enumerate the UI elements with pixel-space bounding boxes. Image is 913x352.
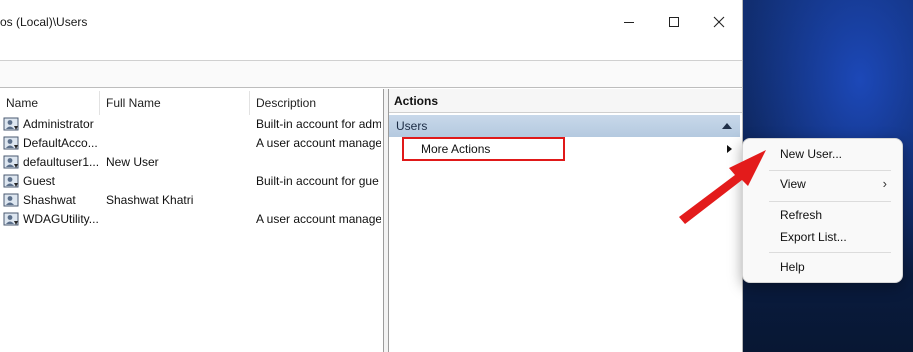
table-row[interactable]: Guest Built-in account for gue [0, 172, 383, 191]
column-header-description[interactable]: Description [250, 91, 383, 115]
user-name: WDAGUtility... [23, 212, 99, 226]
context-menu: New User... View › Refresh Export List..… [742, 138, 903, 283]
user-description: A user account manage [256, 136, 381, 150]
menu-separator [769, 170, 891, 171]
actions-title: Actions [389, 89, 742, 113]
user-description: Built-in account for adm [256, 117, 381, 131]
submenu-arrow-icon [727, 145, 732, 153]
chevron-right-icon: › [882, 176, 887, 191]
table-row[interactable]: defaultuser1... New User [0, 153, 383, 172]
user-account-icon [3, 136, 19, 150]
actions-pane: Actions Users More Actions [389, 89, 742, 352]
table-row[interactable]: WDAGUtility... A user account manage [0, 210, 383, 229]
user-account-icon [3, 193, 19, 207]
user-full-name: Shashwat Khatri [106, 193, 194, 207]
user-account-icon [3, 212, 19, 226]
menu-separator [769, 252, 891, 253]
user-account-icon [3, 174, 19, 188]
user-full-name [106, 134, 250, 153]
menu-item-new-user[interactable]: New User... [747, 142, 898, 166]
user-description [256, 191, 381, 210]
menu-item-label: Help [780, 260, 805, 274]
menu-item-label: View [780, 177, 806, 191]
maximize-icon [669, 17, 679, 27]
menu-item-refresh[interactable]: Refresh [747, 203, 898, 227]
list-header: Name Full Name Description [0, 91, 383, 115]
user-account-icon [3, 117, 19, 131]
user-name: DefaultAcco... [23, 136, 98, 150]
menu-separator [769, 201, 891, 202]
user-name: Guest [23, 174, 56, 188]
close-button[interactable] [696, 8, 742, 36]
collapse-arrow-icon[interactable] [722, 123, 732, 129]
more-actions-label: More Actions [421, 142, 491, 156]
user-description: Built-in account for gue [256, 174, 379, 188]
title-bar: os (Local)\Users [0, 0, 742, 42]
table-row[interactable]: DefaultAcco... A user account manage [0, 134, 383, 153]
toolbar [0, 61, 742, 88]
lusrmgr-window: os (Local)\Users Name Full Name Descript… [0, 0, 743, 352]
user-full-name: New User [106, 155, 159, 169]
menu-item-view[interactable]: View › [747, 172, 898, 196]
minimize-icon [624, 22, 634, 23]
table-row[interactable]: Administrator Built-in account for adm [0, 115, 383, 134]
menu-item-label: New User... [780, 147, 843, 161]
maximize-button[interactable] [651, 8, 697, 36]
menu-item-export-list[interactable]: Export List... [747, 225, 898, 249]
users-list-pane: Name Full Name Description Administrator… [0, 89, 384, 352]
actions-section-users[interactable]: Users [389, 115, 740, 137]
user-full-name [106, 210, 250, 229]
column-header-name[interactable]: Name [0, 91, 100, 115]
window-title: os (Local)\Users [0, 15, 88, 29]
menu-bar [0, 42, 742, 61]
menu-item-label: Refresh [780, 208, 823, 222]
user-full-name [106, 115, 250, 134]
menu-item-label: Export List... [780, 230, 847, 244]
minimize-button[interactable] [606, 8, 652, 36]
user-name: defaultuser1... [23, 155, 100, 169]
user-name: Shashwat [23, 193, 76, 207]
user-description: A user account manage [256, 212, 381, 226]
user-description [256, 153, 381, 172]
table-row[interactable]: Shashwat Shashwat Khatri [0, 191, 383, 210]
user-name: Administrator [23, 117, 94, 131]
user-full-name [106, 172, 250, 191]
user-account-icon [3, 155, 19, 169]
column-header-full-name[interactable]: Full Name [100, 91, 250, 115]
more-actions-item[interactable]: More Actions [402, 137, 565, 161]
close-icon [713, 16, 725, 28]
menu-item-help[interactable]: Help [747, 255, 898, 279]
actions-section-label: Users [396, 119, 428, 133]
